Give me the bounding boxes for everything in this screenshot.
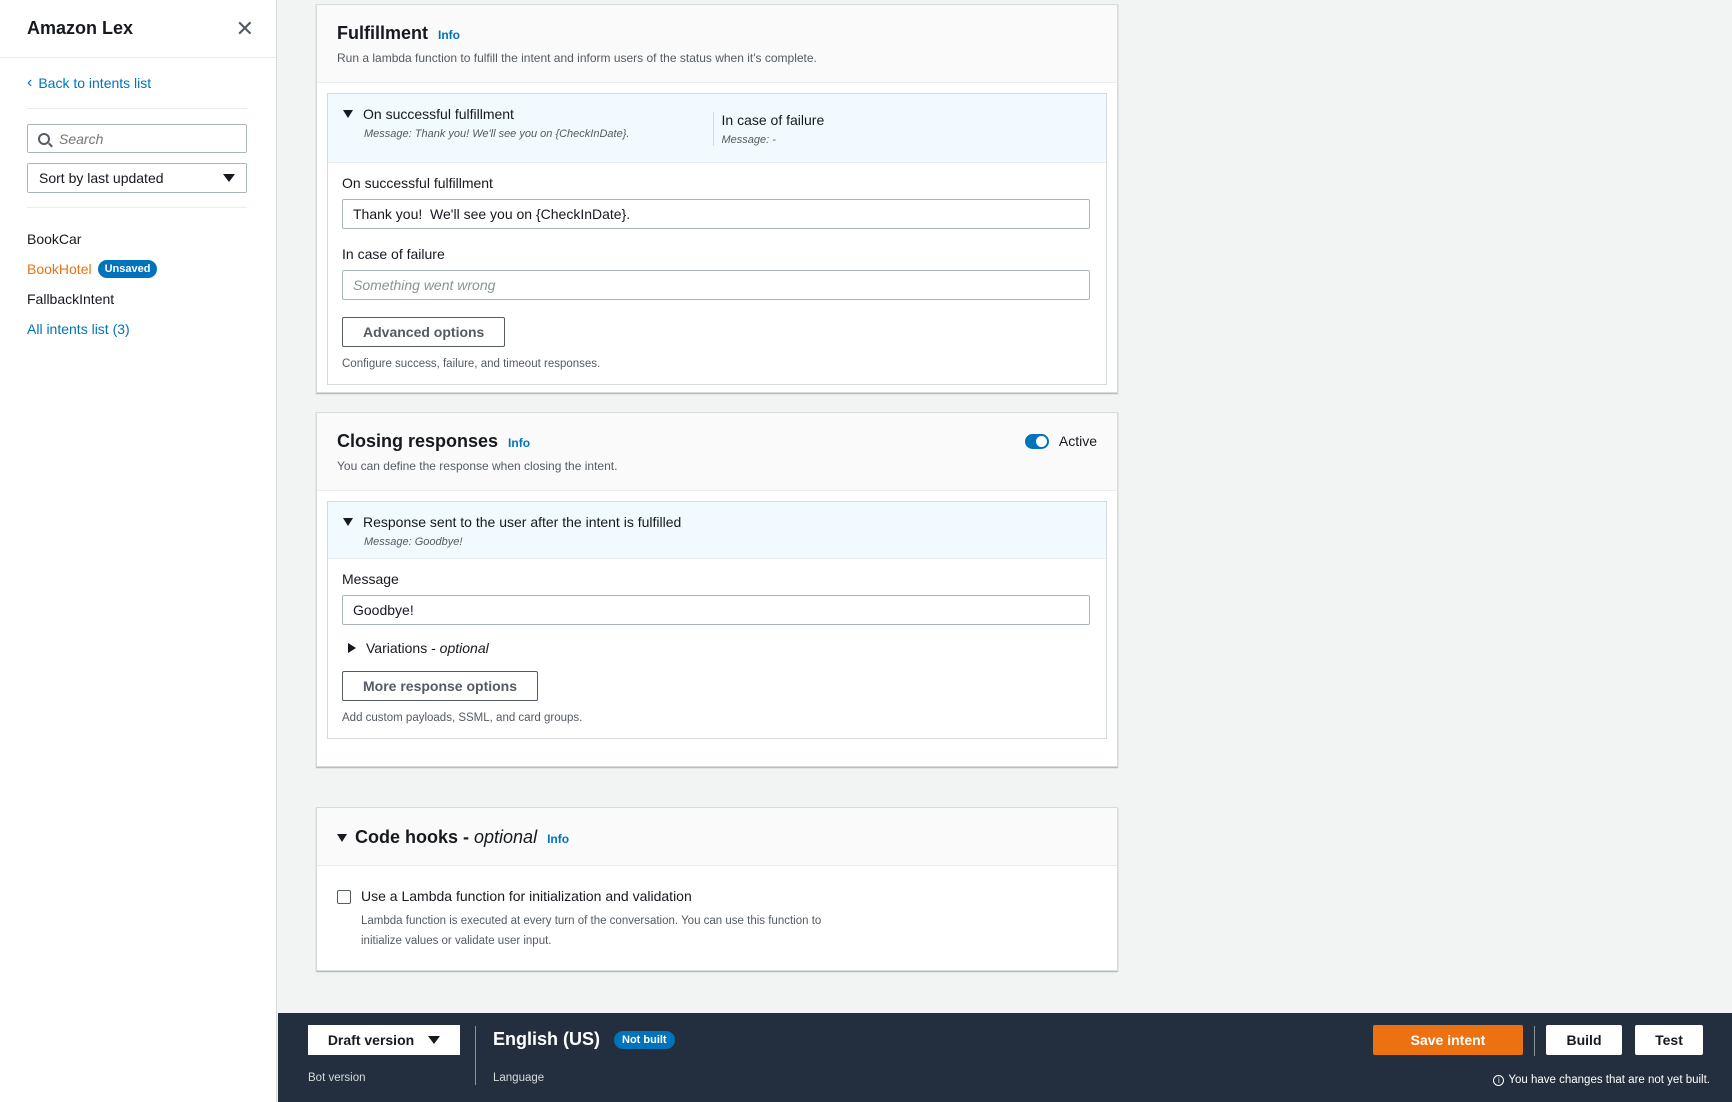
lambda-checkbox[interactable] xyxy=(337,890,351,904)
search-icon xyxy=(38,132,50,145)
message-field-label: Message xyxy=(342,571,399,587)
sidebar-divider xyxy=(27,207,247,208)
lambda-checkbox-row: Use a Lambda function for initialization… xyxy=(317,866,1117,973)
advanced-options-hint: Configure success, failure, and timeout … xyxy=(342,358,601,370)
info-icon: i xyxy=(1493,1074,1505,1086)
back-to-intents-link[interactable]: ‹ Back to intents list xyxy=(27,74,247,109)
intent-item-label: BookHotel xyxy=(27,261,92,277)
language-name: English (US) xyxy=(493,1029,600,1049)
code-hooks-optional: optional xyxy=(474,827,538,847)
failure-summary-label: In case of failure xyxy=(721,112,825,128)
save-intent-button[interactable]: Save intent xyxy=(1373,1025,1523,1055)
caret-down-icon xyxy=(343,110,353,118)
failure-field-label: In case of failure xyxy=(342,246,445,262)
closing-summary[interactable]: Response sent to the user after the inte… xyxy=(328,502,1106,559)
caret-down-icon xyxy=(337,833,347,842)
sidebar-title: Amazon Lex xyxy=(27,18,134,38)
fulfillment-header: Fulfillment Info Run a lambda function t… xyxy=(317,5,1117,83)
closing-info-link[interactable]: Info xyxy=(508,436,530,450)
closing-title: Closing responses Info xyxy=(337,431,1097,452)
lambda-checkbox-description: Lambda function is executed at every tur… xyxy=(361,915,822,947)
caret-down-icon xyxy=(428,1036,441,1044)
intent-item-bookhotel[interactable]: BookHotel Unsaved xyxy=(27,254,249,284)
caret-down-icon xyxy=(343,518,353,526)
version-select[interactable]: Draft version xyxy=(308,1025,460,1055)
test-button[interactable]: Test xyxy=(1635,1025,1703,1055)
advanced-options-button[interactable]: Advanced options xyxy=(342,317,506,347)
closing-header: Closing responses Info You can define th… xyxy=(317,413,1117,491)
closing-message-input[interactable] xyxy=(342,595,1090,625)
fulfillment-form: On successful fulfillment In case of fai… xyxy=(328,163,1106,384)
fulfillment-responses: On successful fulfillment Message: Thank… xyxy=(327,93,1107,385)
intent-item-fallbackintent[interactable]: FallbackIntent xyxy=(27,284,249,314)
lambda-checkbox-label: Use a Lambda function for initialization… xyxy=(361,888,692,904)
toggle-label: Active xyxy=(1058,433,1097,449)
search-input[interactable] xyxy=(59,130,219,147)
success-summary-label: On successful fulfillment xyxy=(363,106,514,122)
fulfillment-title: Fulfillment Info xyxy=(337,23,1097,44)
closing-summary-message: Message: Goodbye! xyxy=(364,536,463,548)
success-field-label: On successful fulfillment xyxy=(342,175,493,191)
more-response-options-button[interactable]: More response options xyxy=(342,671,539,701)
closing-summary-label: Response sent to the user after the inte… xyxy=(363,514,682,530)
code-hooks-title: Code hooks - optional Info xyxy=(337,827,1097,848)
sort-select-value: Sort by last updated xyxy=(39,170,164,186)
variations-label: Variations - xyxy=(366,640,440,656)
active-toggle[interactable]: Active xyxy=(1024,433,1097,449)
button-divider xyxy=(1534,1026,1535,1056)
intent-list: BookCar BookHotel Unsaved FallbackIntent… xyxy=(27,224,249,344)
intent-item-label: BookCar xyxy=(27,231,82,247)
bottom-bar-divider xyxy=(475,1026,476,1085)
main-content: Fulfillment Info Run a lambda function t… xyxy=(278,0,1732,1013)
close-icon[interactable]: ✕ xyxy=(236,17,254,40)
sidebar-header: Amazon Lex ✕ xyxy=(0,0,276,58)
bot-version-caption: Bot version xyxy=(308,1072,366,1084)
code-hooks-header[interactable]: Code hooks - optional Info xyxy=(317,808,1117,866)
back-link-label: Back to intents list xyxy=(38,75,152,91)
success-summary: On successful fulfillment Message: Thank… xyxy=(343,106,713,152)
failure-summary-message: Message: - xyxy=(721,134,776,146)
caret-right-icon xyxy=(348,643,356,653)
variations-expander[interactable]: Variations - optional xyxy=(348,640,1092,656)
closing-title-text: Closing responses xyxy=(337,431,499,451)
language-indicator: English (US) Not built xyxy=(493,1029,675,1050)
closing-response: Response sent to the user after the inte… xyxy=(327,501,1107,739)
caret-down-icon xyxy=(223,174,235,182)
unbuilt-changes-warning: i You have changes that are not yet buil… xyxy=(1493,1074,1710,1086)
code-hooks-info-link[interactable]: Info xyxy=(547,832,569,846)
fulfillment-summary[interactable]: On successful fulfillment Message: Thank… xyxy=(328,94,1106,163)
build-button[interactable]: Build xyxy=(1546,1025,1622,1055)
sort-select[interactable]: Sort by last updated xyxy=(27,163,247,193)
fulfillment-description: Run a lambda function to fulfill the int… xyxy=(337,51,817,65)
all-intents-label: All intents list (3) xyxy=(27,321,130,337)
code-hooks-title-text: Code hooks - xyxy=(355,827,475,847)
variations-optional: optional xyxy=(439,640,489,656)
all-intents-link[interactable]: All intents list (3) xyxy=(27,314,249,344)
closing-form: Message Variations - optional More respo… xyxy=(328,559,1106,738)
chevron-left-icon: ‹ xyxy=(27,74,33,91)
closing-summary-col: Response sent to the user after the inte… xyxy=(343,514,1091,548)
version-select-value: Draft version xyxy=(327,1032,415,1048)
success-message-input[interactable] xyxy=(342,199,1090,229)
intent-item-bookcar[interactable]: BookCar xyxy=(27,224,249,254)
bottom-bar: Draft version Bot version English (US) N… xyxy=(278,1013,1732,1102)
unsaved-badge: Unsaved xyxy=(97,260,158,278)
fulfillment-panel: Fulfillment Info Run a lambda function t… xyxy=(316,4,1118,393)
more-response-options-hint: Add custom payloads, SSML, and card grou… xyxy=(342,712,583,724)
fulfillment-info-link[interactable]: Info xyxy=(438,28,460,42)
toggle-switch[interactable] xyxy=(1024,433,1049,449)
closing-description: You can define the response when closing… xyxy=(337,459,618,473)
failure-summary: In case of failure Message: - xyxy=(712,112,1092,146)
code-hooks-panel: Code hooks - optional Info Use a Lambda … xyxy=(316,807,1118,971)
fulfillment-title-text: Fulfillment xyxy=(337,23,428,43)
build-status-badge: Not built xyxy=(614,1030,675,1049)
language-caption: Language xyxy=(493,1072,545,1084)
success-summary-message: Message: Thank you! We'll see you on {Ch… xyxy=(364,128,630,140)
intent-item-label: FallbackIntent xyxy=(27,291,115,307)
intent-sidebar: Amazon Lex ✕ ‹ Back to intents list Sort… xyxy=(0,0,277,1102)
closing-responses-panel: Closing responses Info You can define th… xyxy=(316,412,1118,767)
warning-text: You have changes that are not yet built. xyxy=(1508,1074,1710,1086)
search-box[interactable] xyxy=(27,124,247,153)
failure-message-input[interactable] xyxy=(342,270,1090,300)
